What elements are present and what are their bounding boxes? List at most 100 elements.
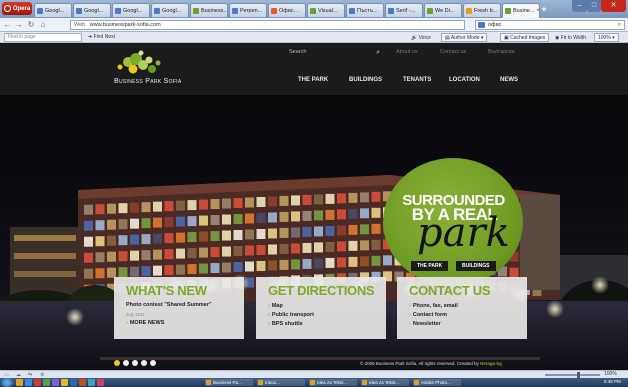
- browser-tab[interactable]: We Di...: [424, 3, 462, 17]
- forward-arrow-icon[interactable]: →: [14, 20, 24, 30]
- arrow-right-icon: ›: [268, 321, 270, 327]
- taskbar-app-icon[interactable]: [25, 379, 32, 386]
- cached-images-label: Cached Images: [510, 35, 546, 41]
- back-arrow-icon[interactable]: ←: [2, 20, 12, 30]
- browser-tab[interactable]: Googl...: [73, 3, 111, 17]
- about-us-link[interactable]: About us: [396, 47, 418, 58]
- browser-tab[interactable]: Fresh b...: [463, 3, 501, 17]
- slider-dot[interactable]: [141, 360, 147, 366]
- taskbar-app-icon[interactable]: [61, 379, 68, 386]
- public-transport-link[interactable]: › Public transport: [268, 312, 314, 318]
- contact-us-link[interactable]: Contact us: [440, 47, 466, 58]
- task-label: Adobe Photo...: [421, 380, 451, 385]
- taskbar-task[interactable]: Inbox...: [257, 379, 305, 386]
- close-window-button[interactable]: ✕: [601, 0, 626, 12]
- browser-tab[interactable]: Googl...: [34, 3, 72, 17]
- business-park-logo[interactable]: [114, 49, 184, 79]
- slider-dot[interactable]: [150, 360, 156, 366]
- taskbar-task[interactable]: Idea za Tekst...: [309, 379, 357, 386]
- browser-tab[interactable]: Perpen...: [229, 3, 267, 17]
- web-label: Web: [74, 22, 86, 28]
- search-engine-icon[interactable]: [478, 22, 485, 28]
- nav-tenants[interactable]: TENANTS: [403, 77, 431, 83]
- tab-label: Serif -...: [396, 7, 416, 14]
- browser-tab[interactable]: Visual...: [307, 3, 345, 17]
- arrow-right-icon: ›: [409, 303, 411, 309]
- fit-to-width-button[interactable]: ◉ Fit to Width: [551, 33, 590, 42]
- minimize-button[interactable]: –: [572, 0, 587, 12]
- tab-label: Googl...: [162, 7, 182, 14]
- tab-favicon-icon: [349, 7, 355, 14]
- map-link[interactable]: › Map: [268, 303, 283, 309]
- taskbar-task[interactable]: Adobe Photo...: [413, 379, 461, 386]
- taskbar-app-icon[interactable]: [16, 379, 23, 386]
- taskbar-app-icon[interactable]: [52, 379, 59, 386]
- hero-the-park-button[interactable]: THE PARK: [411, 261, 449, 271]
- zoom-slider[interactable]: [545, 374, 600, 376]
- search-icon[interactable]: ⌕: [376, 47, 380, 58]
- more-news-link[interactable]: › MORE NEWS: [126, 320, 164, 326]
- find-next-label: Find Next: [93, 34, 115, 40]
- taskbar-app-icon[interactable]: [34, 379, 41, 386]
- search-query-text: офис: [488, 22, 502, 28]
- browser-tab[interactable]: Busine... ×: [502, 3, 540, 18]
- zoom-select[interactable]: 100% ▾: [594, 33, 619, 42]
- start-button[interactable]: [1, 378, 13, 387]
- browser-tab[interactable]: Googl...: [112, 3, 150, 17]
- voice-button[interactable]: 🔊 Voice: [407, 33, 435, 42]
- author-mode-button[interactable]: ▤ Author Mode ▾: [441, 33, 488, 42]
- slider-pagination: [114, 360, 156, 366]
- phone-fax-email-link[interactable]: › Phone, fax, email: [409, 303, 458, 309]
- nav-the-park[interactable]: THE PARK: [298, 77, 328, 83]
- tab-label: Googl...: [45, 7, 65, 14]
- footer-copyright: © 2009 Business Park Sofia. All rights r…: [360, 361, 502, 366]
- language-link[interactable]: Български: [488, 47, 515, 58]
- nav-buildings[interactable]: BUILDINGS: [349, 77, 382, 83]
- browser-tab[interactable]: Googl...: [151, 3, 189, 17]
- browser-tab[interactable]: Serif -...: [385, 3, 423, 17]
- task-app-icon: [362, 380, 367, 385]
- taskbar-app-icon[interactable]: [43, 379, 50, 386]
- taskbar-app-icon[interactable]: [79, 379, 86, 386]
- news-item-link[interactable]: Photo contest "Shared Summer": [126, 302, 212, 308]
- opera-menu-button[interactable]: Opera: [2, 2, 32, 15]
- slider-dot[interactable]: [114, 360, 120, 366]
- arrow-right-icon: ›: [268, 312, 270, 318]
- browser-tab[interactable]: Business...: [190, 3, 228, 17]
- tab-favicon-icon: [388, 7, 394, 14]
- site-search-input[interactable]: Search ⌕: [289, 47, 384, 58]
- search-engine-input[interactable]: офис ⌕: [475, 20, 625, 30]
- windows-taskbar: Business Pa... Inbox... Idea za Tekst... Id…: [0, 378, 628, 387]
- tab-label: Googl...: [84, 7, 104, 14]
- search-icon[interactable]: ⌕: [618, 21, 621, 29]
- map-label: Map: [271, 303, 283, 309]
- taskbar-app-icon[interactable]: [97, 379, 104, 386]
- whats-new-title: WHAT'S NEW: [126, 283, 207, 298]
- bps-shuttle-link[interactable]: › BPS shuttle: [268, 321, 303, 327]
- find-next-button[interactable]: ➜ Find Next: [88, 33, 115, 42]
- maximize-button[interactable]: □: [587, 0, 601, 12]
- cached-images-button[interactable]: ▣ Cached Images: [500, 33, 550, 42]
- task-label: Idea za Tekst...: [317, 380, 348, 385]
- reload-icon[interactable]: ↻: [26, 20, 36, 30]
- speed-dial-icon[interactable]: ⌂: [38, 20, 48, 30]
- taskbar-task[interactable]: Idea za Tekst...: [361, 379, 409, 386]
- park-slogan-badge: SURROUNDED BY A REAL park THE PARK BUILD…: [383, 158, 528, 286]
- hero-buildings-button[interactable]: BUILDINGS: [456, 261, 496, 271]
- newsletter-link[interactable]: › Newsletter: [409, 321, 441, 327]
- slogan-line-3: park: [417, 210, 510, 256]
- find-in-page-input[interactable]: Find in page: [4, 33, 82, 42]
- taskbar-app-icon[interactable]: [88, 379, 95, 386]
- contact-form-link[interactable]: › Contact form: [409, 312, 447, 318]
- slider-dot[interactable]: [123, 360, 129, 366]
- nav-news[interactable]: NEWS: [500, 77, 518, 83]
- browser-tab[interactable]: Пъстъ...: [346, 3, 384, 17]
- credit-link[interactable]: Netage.bg: [480, 361, 502, 366]
- browser-tab[interactable]: Офис...: [268, 3, 306, 17]
- slider-dot[interactable]: [132, 360, 138, 366]
- nav-location[interactable]: LOCATION: [449, 77, 480, 83]
- taskbar-app-icon[interactable]: [70, 379, 77, 386]
- address-input[interactable]: Web www.businesspark-sofia.com: [70, 20, 465, 30]
- taskbar-task[interactable]: Business Pa...: [205, 379, 253, 386]
- new-tab-button[interactable]: +: [539, 4, 549, 15]
